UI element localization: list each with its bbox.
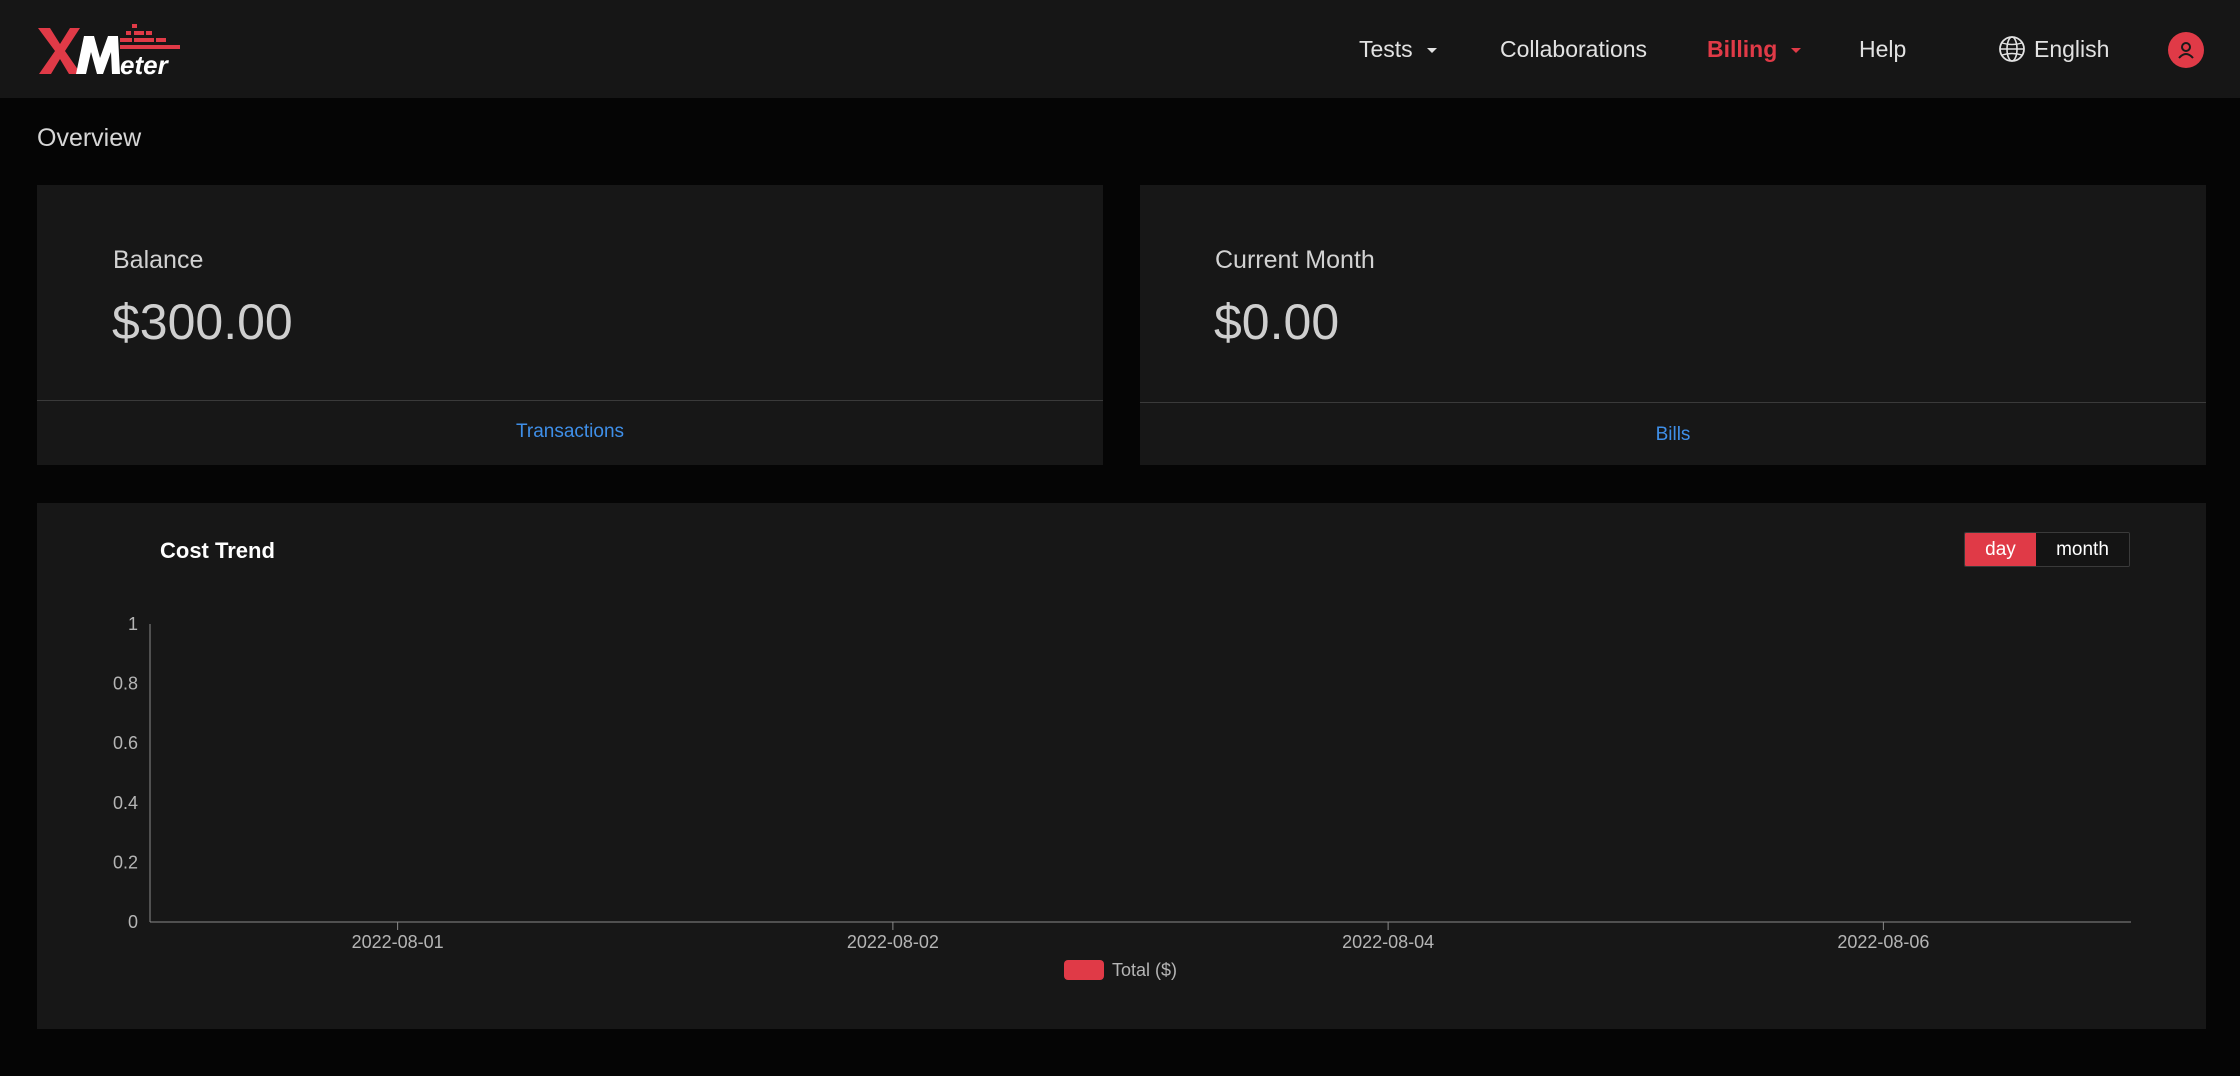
- legend-swatch[interactable]: [1064, 960, 1104, 980]
- chevron-down-icon: [1426, 48, 1437, 53]
- language-selector[interactable]: English: [1998, 0, 2109, 98]
- top-navbar: eter Tests Collaborations Billing Help E…: [0, 0, 2240, 98]
- current-month-card: Current Month $0.00 Bills: [1140, 185, 2206, 465]
- y-axis: 0 0.2 0.4 0.6 0.8 1: [113, 614, 151, 932]
- balance-card: Balance $300.00 Transactions: [37, 185, 1103, 465]
- current-month-value: $0.00: [1214, 294, 1340, 350]
- transactions-link[interactable]: Transactions: [37, 421, 1103, 443]
- cost-trend-title: Cost Trend: [160, 538, 275, 563]
- chart-legend: Total ($): [1064, 960, 1177, 980]
- y-tick-label: 0: [128, 912, 138, 932]
- user-avatar[interactable]: [2168, 32, 2204, 68]
- legend-label[interactable]: Total ($): [1112, 960, 1177, 980]
- x-tick-label: 2022-08-01: [352, 932, 444, 952]
- nav-billing-label: Billing: [1707, 35, 1778, 62]
- nav-collaborations-label: Collaborations: [1500, 35, 1648, 62]
- nav-help[interactable]: Help: [1859, 0, 1906, 98]
- nav-tests-label: Tests: [1359, 35, 1413, 62]
- y-tick-label: 0.6: [113, 733, 138, 753]
- user-icon: [2178, 42, 2194, 59]
- period-toggle: day month: [1964, 532, 2130, 567]
- nav-billing[interactable]: Billing: [1707, 0, 1802, 98]
- cost-trend-chart: 00.20.40.60.81 2022-08-01 2022-08-02 2022-…: [113, 614, 2131, 980]
- xmeter-logo[interactable]: eter: [36, 22, 186, 78]
- x-axis: 2022-08-01 2022-08-02 2022-08-04 2022-08-06: [150, 921, 2131, 952]
- bills-link[interactable]: Bills: [1140, 424, 2206, 446]
- balance-label: Balance: [113, 246, 204, 274]
- card-divider: [1140, 402, 2206, 403]
- toggle-day-button[interactable]: day: [1965, 533, 2036, 566]
- nav-collaborations[interactable]: Collaborations: [1500, 0, 1647, 98]
- balance-value: $300.00: [112, 294, 293, 350]
- x-tick-label: 2022-08-04: [1342, 932, 1434, 952]
- chevron-down-icon: [1791, 48, 1802, 53]
- toggle-month-button[interactable]: month: [2036, 533, 2129, 566]
- y-tick-label: 0.8: [113, 674, 138, 694]
- y-tick-label: 0.4: [113, 793, 138, 813]
- nav-help-label: Help: [1859, 35, 1907, 62]
- svg-text:eter: eter: [120, 50, 170, 78]
- current-month-label: Current Month: [1215, 246, 1375, 274]
- x-tick-label: 2022-08-06: [1837, 932, 1929, 952]
- language-label: English: [2034, 35, 2110, 62]
- page-title: Overview: [37, 124, 142, 152]
- x-tick-label: 2022-08-02: [847, 932, 939, 952]
- y-tick-label: 0.2: [113, 852, 138, 872]
- y-tick-label: 1: [128, 614, 138, 634]
- globe-icon: [1999, 36, 2025, 62]
- nav-tests[interactable]: Tests: [1359, 0, 1437, 98]
- card-divider: [37, 400, 1103, 401]
